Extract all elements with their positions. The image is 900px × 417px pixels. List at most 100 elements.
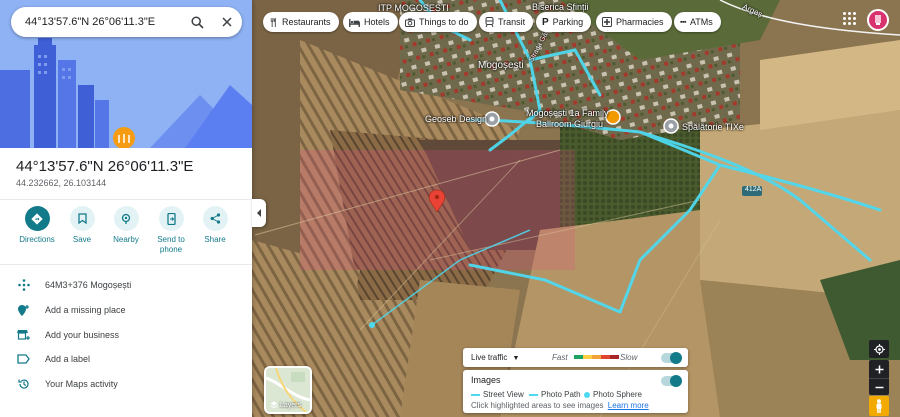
maps-activity-row[interactable]: Your Maps activity	[0, 372, 252, 396]
layers-button[interactable]: Layers	[264, 366, 312, 414]
photo-path-line-icon	[529, 393, 538, 396]
bookmark-icon	[69, 206, 95, 231]
history-icon	[0, 378, 45, 390]
hotel-icon	[349, 18, 360, 27]
map-label-village: Mogoșești	[478, 60, 524, 71]
camera-icon	[405, 18, 415, 27]
traffic-color	[610, 355, 619, 359]
map-label-spalatorie[interactable]: Spălătorie TIXe	[682, 122, 744, 132]
add-business-row[interactable]: Add your business	[0, 323, 252, 347]
save-button[interactable]: Save	[60, 206, 104, 245]
send-to-phone-button[interactable]: Send to phone	[149, 206, 193, 255]
live-traffic-panel: Live traffic ▼ Fast Slow	[463, 348, 688, 367]
zoom-in-button[interactable]	[869, 360, 889, 378]
chip-transit[interactable]: Transit	[479, 12, 534, 32]
street-view-line-icon	[471, 393, 480, 396]
photo-sphere-dot[interactable]	[369, 322, 375, 328]
share-icon	[202, 206, 228, 231]
map-label-biserica: Biserica Sfinții	[532, 2, 589, 12]
add-missing-place-row[interactable]: Add a missing place	[0, 298, 252, 322]
add-label-text: Add a label	[45, 354, 91, 364]
chevron-down-icon: ▼	[512, 355, 520, 362]
phone-icon	[158, 206, 184, 231]
zoom-out-button[interactable]	[869, 378, 889, 395]
place-title: 44°13'57.6"N 26°06'11.3"E	[16, 158, 194, 175]
map-label-road-number: 412A	[745, 186, 762, 193]
map-label-ballroom-line1[interactable]: Mogoșești 1a Family	[526, 108, 609, 118]
maps-activity-text: Your Maps activity	[45, 379, 118, 389]
pegman-street-view-button[interactable]	[869, 396, 889, 416]
traffic-fast-label: Fast	[552, 353, 568, 362]
pegman-icon	[876, 399, 882, 413]
search-input[interactable]: 44°13'57.6"N 26°06'11.3"E	[11, 16, 182, 28]
place-details-panel: 44°13'57.6"N 26°06'11.3"E 44.232662, 26.…	[0, 0, 252, 417]
my-location-button[interactable]	[869, 340, 889, 358]
chevron-left-icon	[257, 209, 261, 217]
send-to-phone-label: Send to phone	[157, 235, 185, 254]
collapse-panel-button[interactable]	[252, 199, 266, 227]
add-business-icon	[0, 329, 45, 341]
close-icon[interactable]	[212, 7, 242, 37]
images-toggle[interactable]	[661, 375, 682, 387]
legend-photo-sphere: Photo Sphere	[584, 390, 642, 399]
traffic-color	[592, 355, 601, 359]
action-row: Directions Save Nearby Send to phone Sha…	[0, 206, 252, 260]
nearby-icon	[113, 206, 139, 231]
map-label-geoseb[interactable]: Geoseb Design	[425, 114, 487, 124]
share-button[interactable]: Share	[193, 206, 237, 245]
chip-pharmacies[interactable]: Pharmacies	[596, 12, 672, 32]
nearby-button[interactable]: Nearby	[104, 206, 148, 245]
chip-restaurants[interactable]: Restaurants	[263, 12, 339, 32]
live-traffic-dropdown[interactable]: Live traffic ▼	[471, 353, 519, 362]
layers-label: Layers	[270, 401, 301, 409]
photo-sphere-dot-icon	[584, 391, 590, 398]
images-panel: Images Street View Photo Path Photo Sphe…	[463, 370, 688, 413]
apps-grid-icon[interactable]	[841, 10, 857, 26]
map-label-ballroom-line2[interactable]: Ballroom Giurgiu	[536, 119, 603, 129]
divider	[0, 199, 252, 200]
images-title: Images	[471, 375, 501, 385]
plus-code-icon	[0, 279, 45, 291]
plus-code-text: 64M3+376 Mogoșești	[45, 280, 132, 290]
legend-photo-path: Photo Path	[529, 390, 581, 399]
images-hint: Click highlighted areas to see images Le…	[471, 401, 649, 410]
add-business-text: Add your business	[45, 330, 120, 340]
location-target-icon	[873, 343, 885, 355]
divider	[0, 264, 252, 265]
share-label: Share	[204, 235, 226, 244]
chip-atms[interactable]: ▪▪▪ ATMs	[674, 12, 721, 32]
layers-icon	[270, 401, 278, 409]
place-coordinates[interactable]: 44.232662, 26.103144	[16, 178, 106, 188]
add-place-icon	[0, 304, 45, 317]
traffic-slow-label: Slow	[620, 353, 638, 362]
label-icon	[0, 354, 45, 364]
restaurant-icon	[269, 17, 278, 27]
directions-icon	[24, 206, 50, 231]
plus-icon	[875, 365, 883, 373]
chip-parking[interactable]: P Parking	[536, 12, 592, 32]
atm-icon: ▪▪▪	[680, 18, 686, 26]
parking-icon: P	[542, 16, 549, 28]
plus-code-row[interactable]: 64M3+376 Mogoșești	[0, 273, 252, 297]
legend-street-view: Street View	[471, 390, 524, 399]
search-icon[interactable]	[182, 7, 212, 37]
traffic-color	[574, 355, 583, 359]
save-label: Save	[72, 235, 92, 244]
transit-icon	[485, 17, 494, 27]
minus-icon	[875, 386, 883, 388]
live-traffic-toggle[interactable]	[661, 352, 682, 364]
add-label-row[interactable]: Add a label	[0, 347, 252, 371]
chip-hotels[interactable]: Hotels	[343, 12, 398, 32]
chip-things-to-do[interactable]: Things to do	[399, 12, 477, 32]
account-avatar[interactable]	[867, 9, 889, 31]
traffic-color-scale	[574, 355, 619, 359]
learn-more-link[interactable]: Learn more	[608, 401, 649, 410]
nearby-label: Nearby	[113, 235, 139, 244]
directions-label: Directions	[19, 235, 55, 244]
add-missing-place-text: Add a missing place	[45, 305, 126, 315]
search-box[interactable]: 44°13'57.6"N 26°06'11.3"E	[11, 7, 242, 37]
traffic-color	[583, 355, 592, 359]
pharmacy-icon	[602, 17, 612, 27]
directions-button[interactable]: Directions	[15, 206, 59, 245]
traffic-color	[601, 355, 610, 359]
